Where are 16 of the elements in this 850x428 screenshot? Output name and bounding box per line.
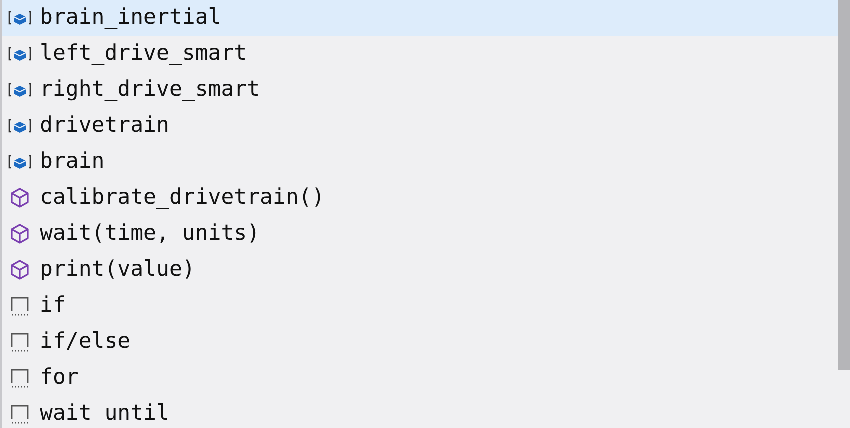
suggestion-item[interactable]: for [2,360,838,396]
scrollbar-thumb[interactable] [838,0,850,370]
suggestion-item[interactable]: brain [2,144,838,180]
cube-icon [8,222,32,246]
suggestion-item[interactable]: drivetrain [2,108,838,144]
cube-icon [8,186,32,210]
suggestion-item[interactable]: calibrate_drivetrain() [2,180,838,216]
suggestion-item[interactable]: wait until [2,396,838,428]
suggestion-item[interactable]: if [2,288,838,324]
suggestion-item[interactable]: left_drive_smart [2,36,838,72]
suggestion-item[interactable]: brain_inertial [2,0,838,36]
suggestion-item[interactable]: print(value) [2,252,838,288]
suggestion-item[interactable]: wait(time, units) [2,216,838,252]
cube-icon [8,258,32,282]
suggestion-item[interactable]: right_drive_smart [2,72,838,108]
suggestion-item[interactable]: if/else [2,324,838,360]
